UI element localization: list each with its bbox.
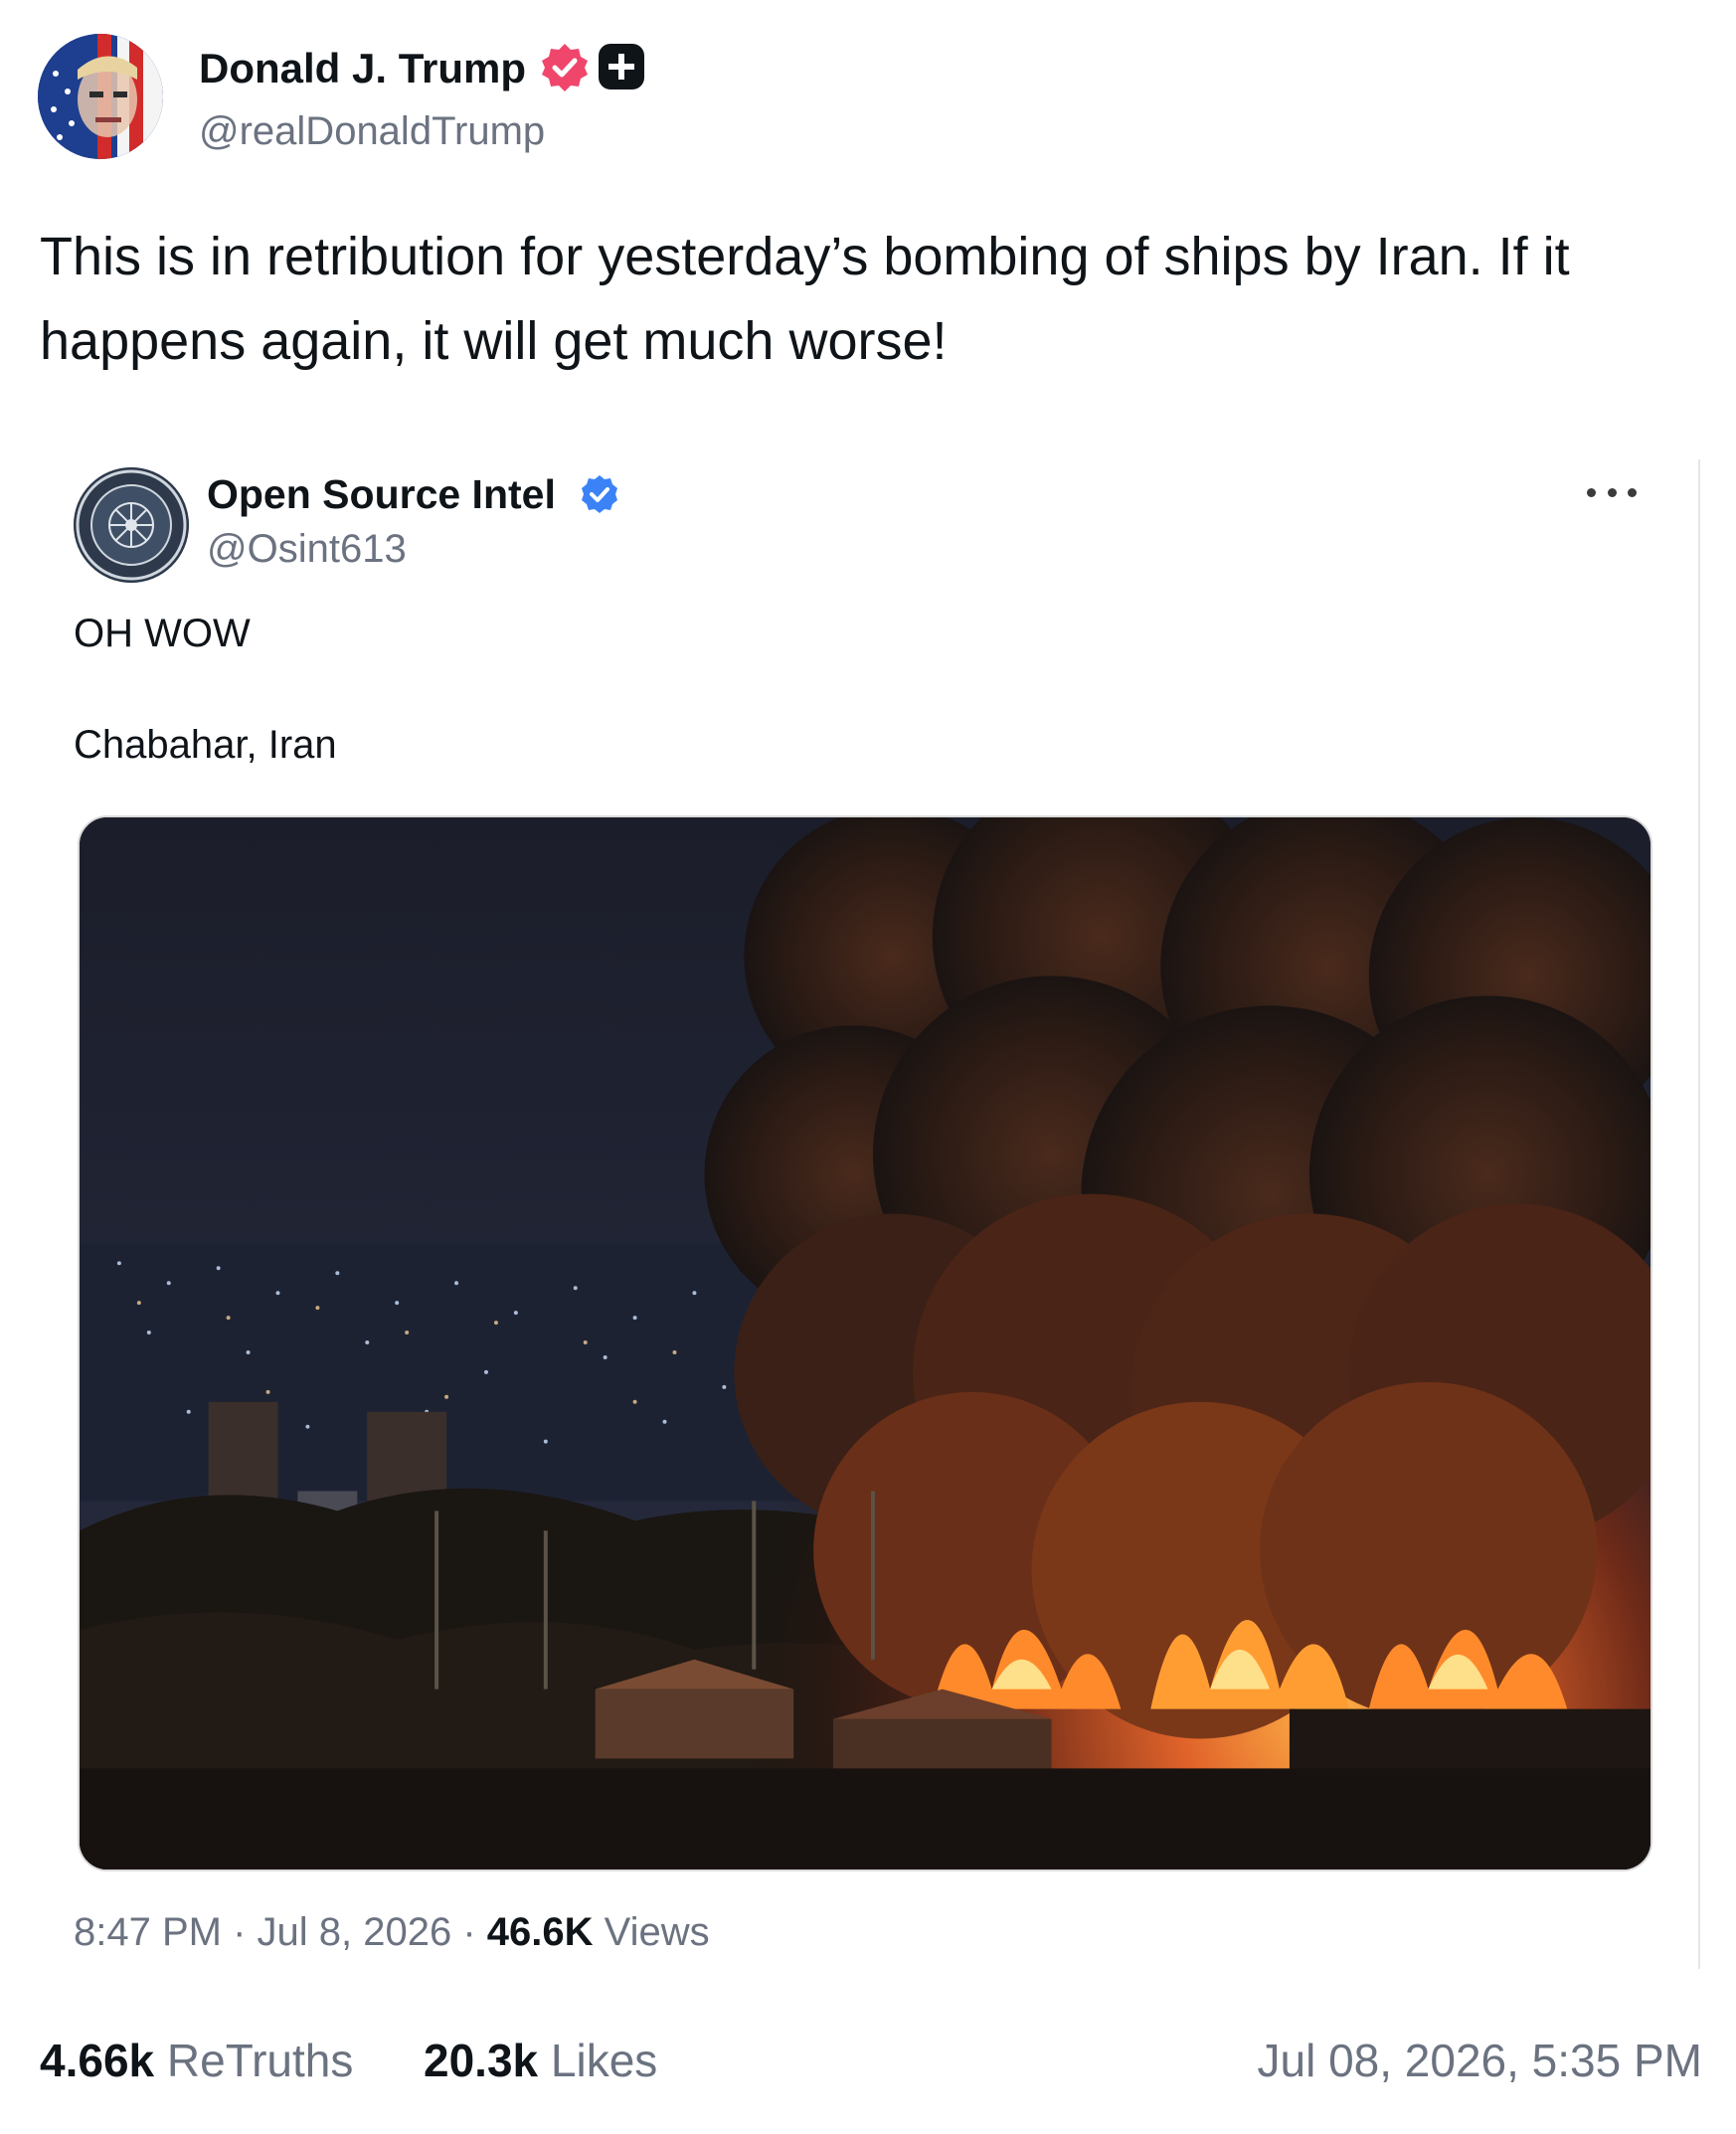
quoted-post-image[interactable] xyxy=(78,815,1652,1871)
city-fire-image xyxy=(80,817,1650,1869)
quoted-author-avatar[interactable] xyxy=(74,467,189,583)
retruths-label: ReTruths xyxy=(154,2035,354,2086)
quoted-post-text-line1: OH WOW xyxy=(74,612,251,655)
post-timestamp[interactable]: Jul 08, 2026, 5:35 PM xyxy=(1257,2031,1702,2090)
plus-badge-icon xyxy=(599,44,644,89)
quoted-post-meta: 8:47 PM · Jul 8, 2026 · 46.6K Views xyxy=(74,1907,710,1957)
quoted-author-name[interactable]: Open Source Intel xyxy=(207,469,556,519)
meta-separator: · xyxy=(221,1910,258,1954)
quoted-post-views-label: Views xyxy=(593,1910,710,1954)
likes-count: 20.3k xyxy=(424,2035,539,2086)
post-footer: 4.66k ReTruths 20.3k Likes Jul 08, 2026,… xyxy=(40,2031,1702,2090)
likes-stat[interactable]: 20.3k Likes xyxy=(424,2031,657,2090)
author-name[interactable]: Donald J. Trump xyxy=(199,44,526,93)
verified-badge-icon xyxy=(582,475,617,513)
quoted-post-time[interactable]: 8:47 PM xyxy=(74,1910,222,1954)
post-text: This is in retribution for yesterday’s b… xyxy=(40,227,1570,371)
quoted-post-text-line2: Chabahar, Iran xyxy=(74,723,337,767)
more-icon[interactable] xyxy=(1587,477,1637,507)
quoted-author-handle[interactable]: @Osint613 xyxy=(207,525,407,573)
quoted-post-date[interactable]: Jul 8, 2026 xyxy=(258,1910,452,1954)
meta-separator: · xyxy=(451,1910,487,1954)
verified-badge-icon xyxy=(542,44,588,91)
likes-label: Likes xyxy=(538,2035,658,2086)
author-avatar[interactable] xyxy=(38,34,163,159)
quoted-post-card[interactable]: Open Source Intel @Osint613 OH WOW Chaba… xyxy=(40,459,1700,1969)
quoted-post-views-count: 46.6K xyxy=(486,1910,594,1954)
retruths-count: 4.66k xyxy=(40,2035,155,2086)
osint-logo-icon xyxy=(74,467,189,583)
author-handle[interactable]: @realDonaldTrump xyxy=(199,107,545,155)
avatar-image xyxy=(38,34,163,159)
retruths-stat[interactable]: 4.66k ReTruths xyxy=(40,2031,353,2090)
